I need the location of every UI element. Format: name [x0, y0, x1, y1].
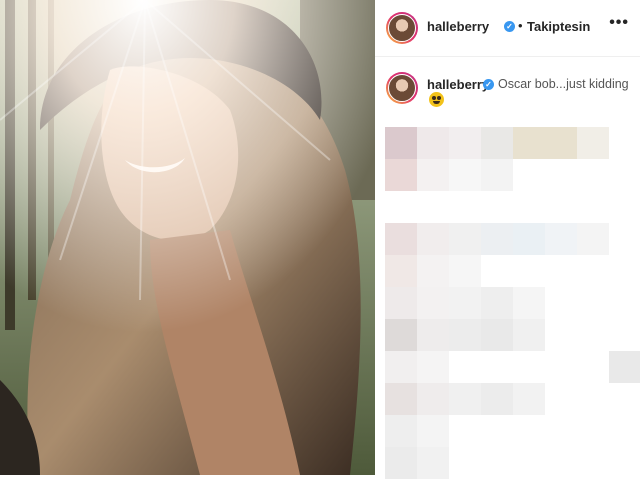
- caption-text: Oscar bob...just kidding: [498, 77, 629, 91]
- caption-username[interactable]: halleberry: [427, 77, 489, 92]
- separator-dot: •: [518, 18, 523, 33]
- following-button[interactable]: Takiptesin: [527, 19, 590, 34]
- avatar[interactable]: [386, 12, 418, 44]
- grinning-emoji-icon: [429, 92, 444, 107]
- post-header: halleberry ✓ • Takiptesin •••: [375, 0, 640, 57]
- verified-badge-icon: ✓: [504, 21, 515, 32]
- more-options-icon[interactable]: •••: [609, 14, 629, 32]
- verified-badge-icon: ✓: [483, 79, 494, 90]
- selfie-image: [0, 0, 375, 475]
- header-username[interactable]: halleberry: [427, 19, 489, 34]
- pixelated-comments: [385, 127, 640, 479]
- caption-avatar[interactable]: [386, 72, 418, 104]
- post-side-panel: halleberry ✓ • Takiptesin ••• halleberry…: [375, 0, 640, 479]
- post-photo[interactable]: [0, 0, 375, 475]
